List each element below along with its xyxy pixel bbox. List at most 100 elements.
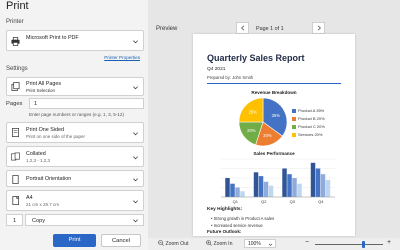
- window-title: Print: [6, 0, 29, 12]
- copies-select[interactable]: Copy: [25, 214, 144, 226]
- paper-size-select[interactable]: A4 21 cm x 29.7 cm: [6, 190, 144, 211]
- sides-label: Print One Sided: [26, 127, 65, 133]
- x-tick-label: Q4: [318, 199, 324, 204]
- sales-bar-chart: Q1 Q2 Q3 Q4: [221, 158, 335, 204]
- previous-page-button[interactable]: [236, 22, 249, 34]
- copies-count[interactable]: 1: [6, 214, 23, 226]
- chevron-down-icon: [133, 40, 138, 44]
- legend-item: Product C 20%: [292, 124, 325, 129]
- pie-data-label: 25%: [249, 109, 258, 114]
- bar: [268, 185, 274, 197]
- bar: [282, 168, 287, 197]
- preview-label: Preview: [156, 26, 178, 32]
- legend-label: Product C 20%: [298, 124, 325, 129]
- paper-size-label: A4: [26, 195, 33, 201]
- chevron-down-icon: [133, 156, 138, 160]
- future-outlook-heading: Future Outlook:: [207, 229, 242, 234]
- legend-swatch: [292, 124, 296, 129]
- chevron-down-icon: [133, 178, 138, 182]
- chevron-down-icon: [133, 132, 138, 136]
- chevron-down-icon: [133, 200, 138, 204]
- zoom-slider-thumb[interactable]: [362, 241, 366, 248]
- legend-swatch: [292, 132, 296, 137]
- legend-swatch: [292, 116, 296, 121]
- print-range-label: Print All Pages: [26, 81, 62, 87]
- highlight-item: • Strong growth in Product A sales: [211, 216, 275, 221]
- one-sided-page-icon: [11, 128, 20, 137]
- document-title: Quarterly Sales Report: [207, 53, 305, 63]
- printer-icon: [11, 37, 20, 46]
- collated-icon: [11, 152, 20, 161]
- legend-item: Services 20%: [292, 132, 322, 137]
- pages-label: Pages: [6, 101, 23, 107]
- pages-icon: [11, 82, 20, 91]
- paper-size-sub: 21 cm x 29.7 cm: [26, 202, 60, 207]
- zoom-out-icon: [158, 240, 164, 246]
- chevron-down-icon: [268, 243, 273, 246]
- bar-chart-title: Sales Performance: [253, 151, 295, 156]
- legend-label: Product A 35%: [298, 108, 325, 113]
- portrait-icon: [12, 175, 19, 184]
- printer-properties-link[interactable]: Printer Properties: [104, 55, 140, 60]
- collation-sub: 1,2,3 - 1,2,3: [26, 158, 51, 163]
- x-tick-label: Q3: [290, 199, 296, 204]
- legend-item: Product A 35%: [292, 108, 324, 113]
- bar: [320, 174, 326, 197]
- zoom-level-select[interactable]: 100%: [244, 239, 276, 248]
- bar: [225, 178, 230, 197]
- zoom-decrease-button[interactable]: −: [305, 239, 309, 246]
- revenue-pie-chart: 35% 20% 20% 25%: [238, 97, 288, 147]
- bar: [258, 176, 264, 197]
- key-highlights-heading: Key Highlights:: [207, 207, 243, 212]
- orientation-select[interactable]: Portrait Orientation: [6, 170, 144, 187]
- zoom-toolbar: Zoom Out Zoom In 100% − +: [148, 238, 400, 250]
- print-settings-panel: Print Printer Microsoft Print to PDF Pri…: [0, 0, 148, 250]
- title-divider: [207, 83, 341, 84]
- document-author: Prepared by: John Smith: [207, 75, 254, 80]
- document-period: Q4 2021: [207, 67, 226, 72]
- bar: [310, 162, 316, 197]
- sides-sub: Print on one side of the paper: [26, 134, 86, 139]
- pie-data-label: 20%: [263, 133, 272, 138]
- bar: [287, 174, 292, 197]
- chevron-right-icon: [317, 25, 321, 31]
- cancel-button[interactable]: Cancel: [101, 234, 141, 247]
- next-page-button[interactable]: [312, 22, 325, 34]
- bar: [253, 172, 259, 197]
- pie-data-label: 20%: [247, 128, 256, 133]
- chevron-down-icon: [133, 86, 138, 90]
- legend-swatch: [292, 108, 296, 113]
- x-tick-label: Q1: [233, 199, 239, 204]
- paper-size-icon: [12, 196, 20, 205]
- sides-select[interactable]: Print One Sided Print on one side of the…: [6, 122, 144, 143]
- printer-section-label: Printer: [6, 19, 24, 25]
- pages-input[interactable]: 1: [29, 98, 144, 109]
- bar: [292, 178, 297, 197]
- print-range-sub: Print Selection: [26, 88, 56, 93]
- bar: [263, 181, 269, 197]
- bar: [230, 183, 235, 197]
- legend-label: Services 20%: [298, 132, 323, 137]
- printer-name: Microsoft Print to PDF: [26, 35, 79, 41]
- legend-item: Product B 20%: [292, 116, 325, 121]
- zoom-slider[interactable]: [315, 244, 383, 245]
- zoom-in-button[interactable]: Zoom In: [206, 240, 232, 247]
- x-tick-label: Q2: [261, 199, 267, 204]
- chevron-down-icon: [133, 219, 138, 223]
- orientation-label: Portrait Orientation: [26, 176, 72, 182]
- zoom-increase-button[interactable]: +: [387, 239, 391, 246]
- page-indicator: Page 1 of 1: [256, 26, 284, 32]
- pie-data-label: 35%: [272, 113, 281, 118]
- zoom-in-icon: [206, 240, 212, 246]
- print-button[interactable]: Print: [53, 234, 96, 247]
- chevron-left-icon: [240, 25, 244, 31]
- zoom-out-button[interactable]: Zoom Out: [158, 240, 189, 247]
- collation-select[interactable]: Collated 1,2,3 - 1,2,3: [6, 146, 144, 167]
- copies-label: Copy: [32, 218, 46, 224]
- preview-panel: Preview Page 1 of 1 Quarterly Sales Repo…: [148, 0, 400, 250]
- bar: [297, 183, 302, 197]
- print-range-select[interactable]: Print All Pages Print Selection: [6, 77, 144, 96]
- pie-chart-title: Revenue Breakdown: [251, 90, 297, 95]
- printer-select[interactable]: Microsoft Print to PDF: [6, 30, 144, 51]
- pages-hint: Enter page numbers or ranges (e.g. 1, 3,…: [29, 112, 124, 117]
